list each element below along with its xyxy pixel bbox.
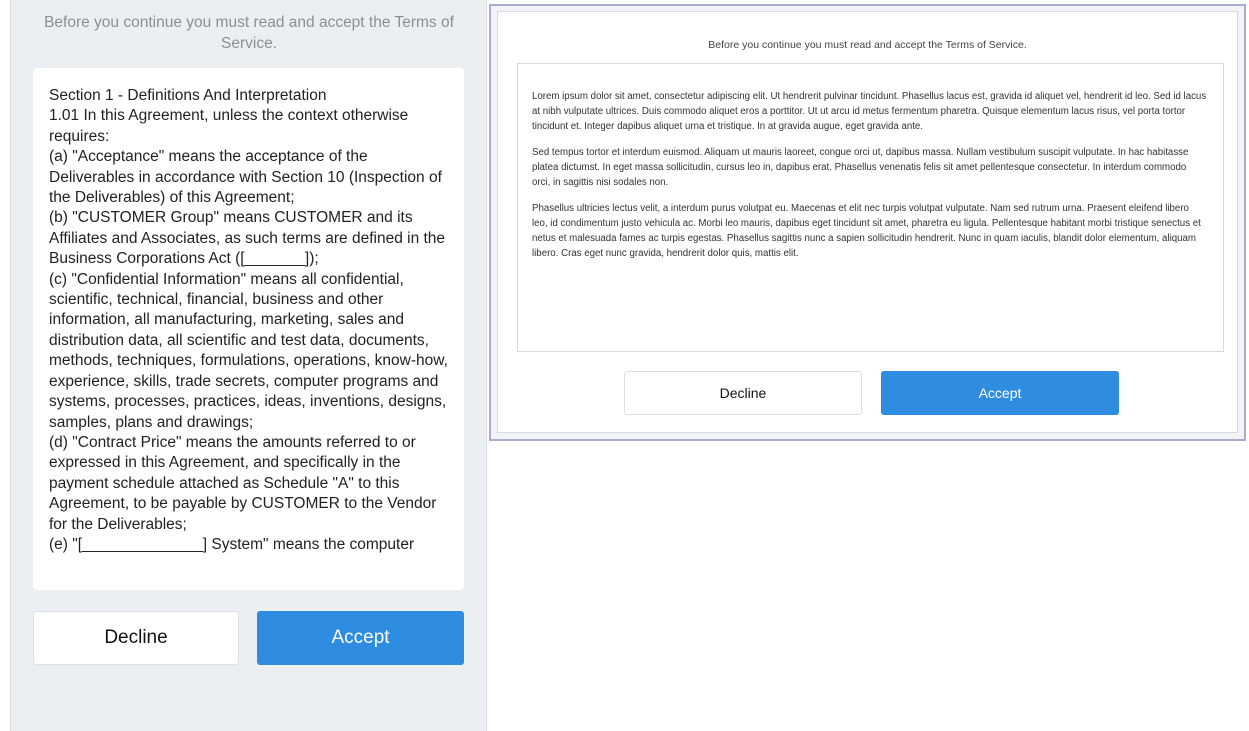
desktop-dialog-body: Before you continue you must read and ac… [497, 11, 1238, 433]
mobile-terms-scroll-box[interactable]: Section 1 - Definitions And Interpretati… [33, 68, 464, 590]
desktop-decline-button[interactable]: Decline [624, 371, 862, 415]
terms-paragraph: Lorem ipsum dolor sit amet, consectetur … [532, 91, 1207, 132]
desktop-terms-dialog: Before you continue you must read and ac… [489, 4, 1246, 441]
mobile-intro-text: Before you continue you must read and ac… [44, 14, 454, 52]
terms-paragraph: Phasellus ultricies lectus velit, a inte… [532, 203, 1201, 259]
mobile-terms-panel: Before you continue you must read and ac… [10, 0, 487, 731]
mobile-decline-button[interactable]: Decline [33, 611, 239, 665]
desktop-terms-scroll-box[interactable]: Lorem ipsum dolor sit amet, consectetur … [517, 63, 1224, 352]
desktop-intro-text: Before you continue you must read and ac… [708, 39, 1027, 51]
terms-paragraph: Sed tempus tortor et interdum euismod. A… [532, 147, 1189, 188]
mobile-accept-button[interactable]: Accept [257, 611, 464, 665]
desktop-accept-button[interactable]: Accept [881, 371, 1119, 415]
mobile-terms-text: Section 1 - Definitions And Interpretati… [49, 87, 448, 553]
